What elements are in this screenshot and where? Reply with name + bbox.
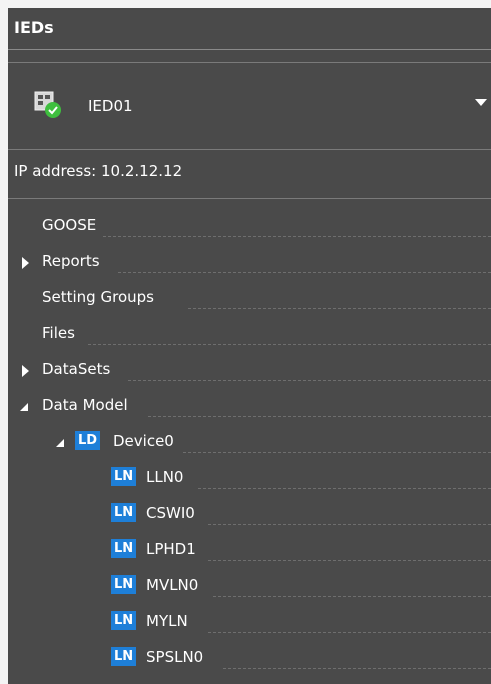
- tree-item-label: MYLN: [146, 612, 188, 630]
- expand-right-icon[interactable]: [22, 257, 29, 269]
- tree-row-guide: [118, 272, 491, 273]
- ln-badge: LN: [111, 503, 137, 522]
- tree-row-guide: [188, 308, 491, 309]
- ip-address-value: 10.2.12.12: [101, 162, 183, 180]
- tree-item-goose[interactable]: GOOSE: [8, 208, 491, 244]
- tree-item-ln[interactable]: LN SPSLN0: [8, 640, 491, 676]
- tree-item-ln[interactable]: LN LLN0: [8, 460, 491, 496]
- tree-item-label: DataSets: [42, 360, 111, 378]
- collapse-down-icon[interactable]: [56, 439, 64, 447]
- device-selector[interactable]: IED01: [8, 62, 491, 150]
- tree-item-data-model[interactable]: Data Model: [8, 388, 491, 424]
- ln-badge: LN: [111, 539, 137, 558]
- tree-item-ln[interactable]: LN MVLN0: [8, 568, 491, 604]
- tree-item-datasets[interactable]: DataSets: [8, 352, 491, 388]
- tree-item-ln[interactable]: LN MYLN: [8, 604, 491, 640]
- tree-item-label: LPHD1: [146, 540, 196, 558]
- tree-item-label: GOOSE: [42, 216, 97, 234]
- tree-row-guide: [128, 380, 491, 381]
- tree-item-label: MVLN0: [146, 576, 199, 594]
- tree-item-label: SPSLN0: [146, 648, 204, 666]
- tree-row-guide: [208, 524, 491, 525]
- tree-item-label: Setting Groups: [42, 288, 154, 306]
- tree-row-guide: [208, 560, 491, 561]
- tree-item-label: Files: [42, 324, 75, 342]
- collapse-down-icon[interactable]: [20, 403, 28, 411]
- tree-item-ld-device0[interactable]: LD Device0: [8, 424, 491, 460]
- tree-item-setting-groups[interactable]: Setting Groups: [8, 280, 491, 316]
- tree-item-label: Device0: [113, 432, 174, 450]
- tree-row-guide: [213, 596, 491, 597]
- selected-ied-name: IED01: [88, 97, 133, 115]
- tree-item-label: Reports: [42, 252, 100, 270]
- ied-device-icon: [34, 91, 62, 119]
- tree-row-guide: [183, 452, 491, 453]
- tree-row-guide: [208, 632, 491, 633]
- tree-item-label: LLN0: [146, 468, 184, 486]
- ip-address-label: IP address:: [14, 162, 97, 180]
- divider: [8, 198, 491, 199]
- ln-badge: LN: [111, 611, 137, 630]
- panel-title: IEDs: [8, 8, 491, 50]
- ln-badge: LN: [111, 575, 137, 594]
- tree-row-guide: [88, 344, 491, 345]
- ip-address: IP address: 10.2.12.12: [14, 162, 182, 180]
- tree-item-ln[interactable]: LN LPHD1: [8, 532, 491, 568]
- tree-row-guide: [198, 488, 491, 489]
- tree-item-files[interactable]: Files: [8, 316, 491, 352]
- ieds-panel: IEDs IED01 IP address: 10.2.12.12 GOOSE: [8, 8, 491, 684]
- tree-item-reports[interactable]: Reports: [8, 244, 491, 280]
- expand-right-icon[interactable]: [22, 365, 29, 377]
- chevron-down-icon[interactable]: [475, 99, 487, 106]
- tree-item-label: CSWI0: [146, 504, 195, 522]
- tree-item-ln[interactable]: LN CSWI0: [8, 496, 491, 532]
- tree-row-guide: [103, 236, 491, 237]
- ln-badge: LN: [111, 467, 137, 486]
- ln-badge: LN: [111, 647, 137, 666]
- tree-row-guide: [223, 668, 491, 669]
- ld-badge: LD: [75, 431, 101, 450]
- tree-item-label: Data Model: [42, 396, 128, 414]
- tree-row-guide: [148, 416, 491, 417]
